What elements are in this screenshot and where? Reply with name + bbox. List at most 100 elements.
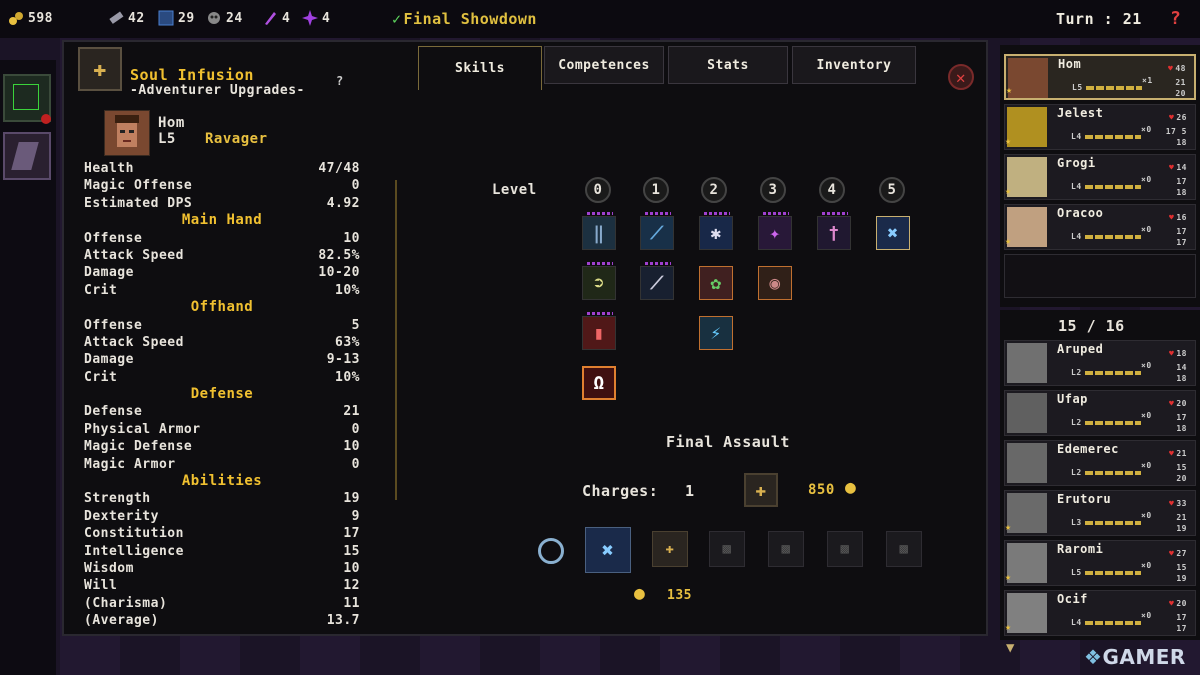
gamer-logo-icon: ❖ [1084, 645, 1103, 669]
skill-charge[interactable]: ➲ [582, 262, 616, 300]
buy-charge-button[interactable]: ✚ [744, 473, 778, 507]
bench-hero-erutoru[interactable]: ★ Erutoru L3 ×0 33 21 19 [1004, 490, 1196, 536]
bench-hero-raromi[interactable]: ★ Raromi L5 ×0 27 15 19 [1004, 540, 1196, 586]
charges-value: 1 [685, 482, 695, 500]
hero-armor: 17 [1176, 613, 1187, 622]
charges-label: Charges: [582, 482, 659, 500]
stat-label: Constitution [84, 526, 184, 542]
hero-hp: 27 [1169, 549, 1187, 558]
hero-hp: 26 [1169, 113, 1187, 122]
notification-badge [41, 114, 51, 124]
hero-level: L3 [1071, 518, 1082, 527]
charge-cost: 850 [808, 482, 835, 498]
xp-bar [1085, 235, 1141, 239]
hero-level: L4 [1071, 182, 1082, 191]
chevron-down-icon[interactable]: ▼ [1006, 640, 1015, 656]
selected-skill-name: Final Assault [666, 433, 790, 451]
abilities-heading: Abilities [181, 473, 263, 490]
plus-icon: ✚ [665, 541, 675, 557]
slash-icon: ⟋ [650, 222, 664, 244]
party-hero-hom[interactable]: ★ Hom L5 ×1 48 21 20 [1004, 54, 1196, 100]
hero-level: L5 [1071, 568, 1082, 577]
xp-bar [1085, 621, 1141, 625]
level-0: 0 [585, 177, 611, 203]
xp-bar [1085, 371, 1141, 375]
slot-cross-strike[interactable]: ✖ [585, 527, 631, 573]
hero-hp: 21 [1169, 449, 1187, 458]
resource-bar: 598 42 29 24 4 4 [0, 0, 1200, 38]
tab-stats[interactable]: Stats [668, 46, 788, 84]
skill-triple-blade[interactable]: ‖ [582, 212, 616, 250]
tab-inventory[interactable]: Inventory [792, 46, 916, 84]
skill-burst[interactable]: ✱ [699, 212, 733, 250]
help-button[interactable]: ? [1170, 8, 1181, 29]
xp-bar [1085, 185, 1141, 189]
hero-hp: 20 [1169, 599, 1187, 608]
stat-label: Magic Defense [84, 439, 193, 455]
party-hero-jelest[interactable]: ★ Jelest L4 ×0 26 17 5 18 [1004, 104, 1196, 150]
stat-row: Strength 19 [84, 490, 360, 507]
gauntlet-icon [11, 142, 39, 170]
level-label: Level [492, 182, 537, 198]
party-hero-grogi[interactable]: ★ Grogi L4 ×0 14 17 18 [1004, 154, 1196, 200]
tab-competences[interactable]: Competences [544, 46, 664, 84]
panel-title: Soul Infusion [130, 66, 254, 84]
skill-slash[interactable]: ⟋ [640, 212, 674, 250]
turn-counter: Turn : 21 [1056, 10, 1142, 28]
stat-row: Crit 10% [84, 282, 360, 299]
refresh-icon[interactable] [538, 538, 564, 564]
stat-label: Attack Speed [84, 334, 184, 350]
tab-skills[interactable]: Skills [418, 46, 542, 90]
stat-row: Dexterity 9 [84, 508, 360, 525]
stat-row: Magic Offense 0 [84, 177, 360, 194]
hero-hp: 20 [1169, 399, 1187, 408]
defense-heading: Defense [190, 386, 254, 403]
party-hero-oracoo[interactable]: ★ Oracoo L4 ×0 16 17 17 [1004, 204, 1196, 250]
stat-row: Attack Speed 82.5% [84, 247, 360, 264]
hero-armor: 17 [1176, 413, 1187, 422]
close-button[interactable]: ✕ [948, 64, 974, 90]
slot-add[interactable]: ✚ [652, 531, 688, 567]
stat-label: Physical Armor [84, 421, 201, 437]
hero-stat: 20 [1175, 89, 1186, 98]
hero-name: Ufap [1057, 392, 1088, 406]
stats-list: Health 47/48 Magic Offense 0 Estimated DPS… [84, 160, 360, 630]
skull-count: ×0 [1141, 175, 1152, 184]
stat-label: Magic Offense [84, 178, 193, 194]
rage-icon: ◉ [769, 272, 781, 294]
skill-rage[interactable]: ◉ [758, 266, 792, 300]
gauntlet-button[interactable] [3, 132, 51, 180]
bench-hero-ocif[interactable]: ★ Ocif L4 ×0 20 17 17 [1004, 590, 1196, 636]
xp-bar [1085, 471, 1141, 475]
objective-label[interactable]: ✓ Final Showdown [392, 10, 537, 28]
stat-value: 0 [351, 456, 360, 472]
skull-count: ×0 [1141, 611, 1152, 620]
stat-label: Intelligence [84, 543, 184, 559]
star-icon: ★ [1005, 186, 1012, 197]
skill-lightning[interactable]: ⚡ [699, 316, 733, 350]
stat-value: 63% [335, 334, 360, 350]
hero-level: L2 [1071, 368, 1082, 377]
stat-label: Crit [84, 369, 118, 385]
hero-portrait [1008, 58, 1048, 98]
check-icon: ✓ [392, 10, 402, 28]
skill-sword[interactable]: † [817, 212, 851, 250]
bench-hero-ufap[interactable]: Ufap L2 ×0 20 17 18 [1004, 390, 1196, 436]
bench-hero-edemerec[interactable]: Edemerec L2 ×0 21 15 20 [1004, 440, 1196, 486]
skill-final-assault[interactable]: Ω [582, 366, 616, 400]
hero-level: L4 [1071, 618, 1082, 627]
empty-party-slot[interactable] [1004, 254, 1196, 298]
panel-help-button[interactable]: ? [336, 74, 344, 88]
blood-icon: ▮ [593, 322, 605, 344]
hero-hp: 48 [1168, 64, 1186, 73]
stat-row: Will 12 [84, 577, 360, 594]
hero-armor: 17 [1176, 177, 1187, 186]
coins-icon: ● [634, 583, 646, 604]
skill-lunge[interactable]: ⟋ [640, 262, 674, 300]
skill-blood-pact[interactable]: ▮ [582, 312, 616, 350]
skill-bleed[interactable]: ✿ [699, 266, 733, 300]
bench-hero-aruped[interactable]: Aruped L2 ×0 18 14 18 [1004, 340, 1196, 386]
skill-cross-strike[interactable]: ✖ [876, 216, 910, 250]
stat-row: Offense 10 [84, 230, 360, 247]
skill-arcane-strike[interactable]: ✦ [758, 212, 792, 250]
